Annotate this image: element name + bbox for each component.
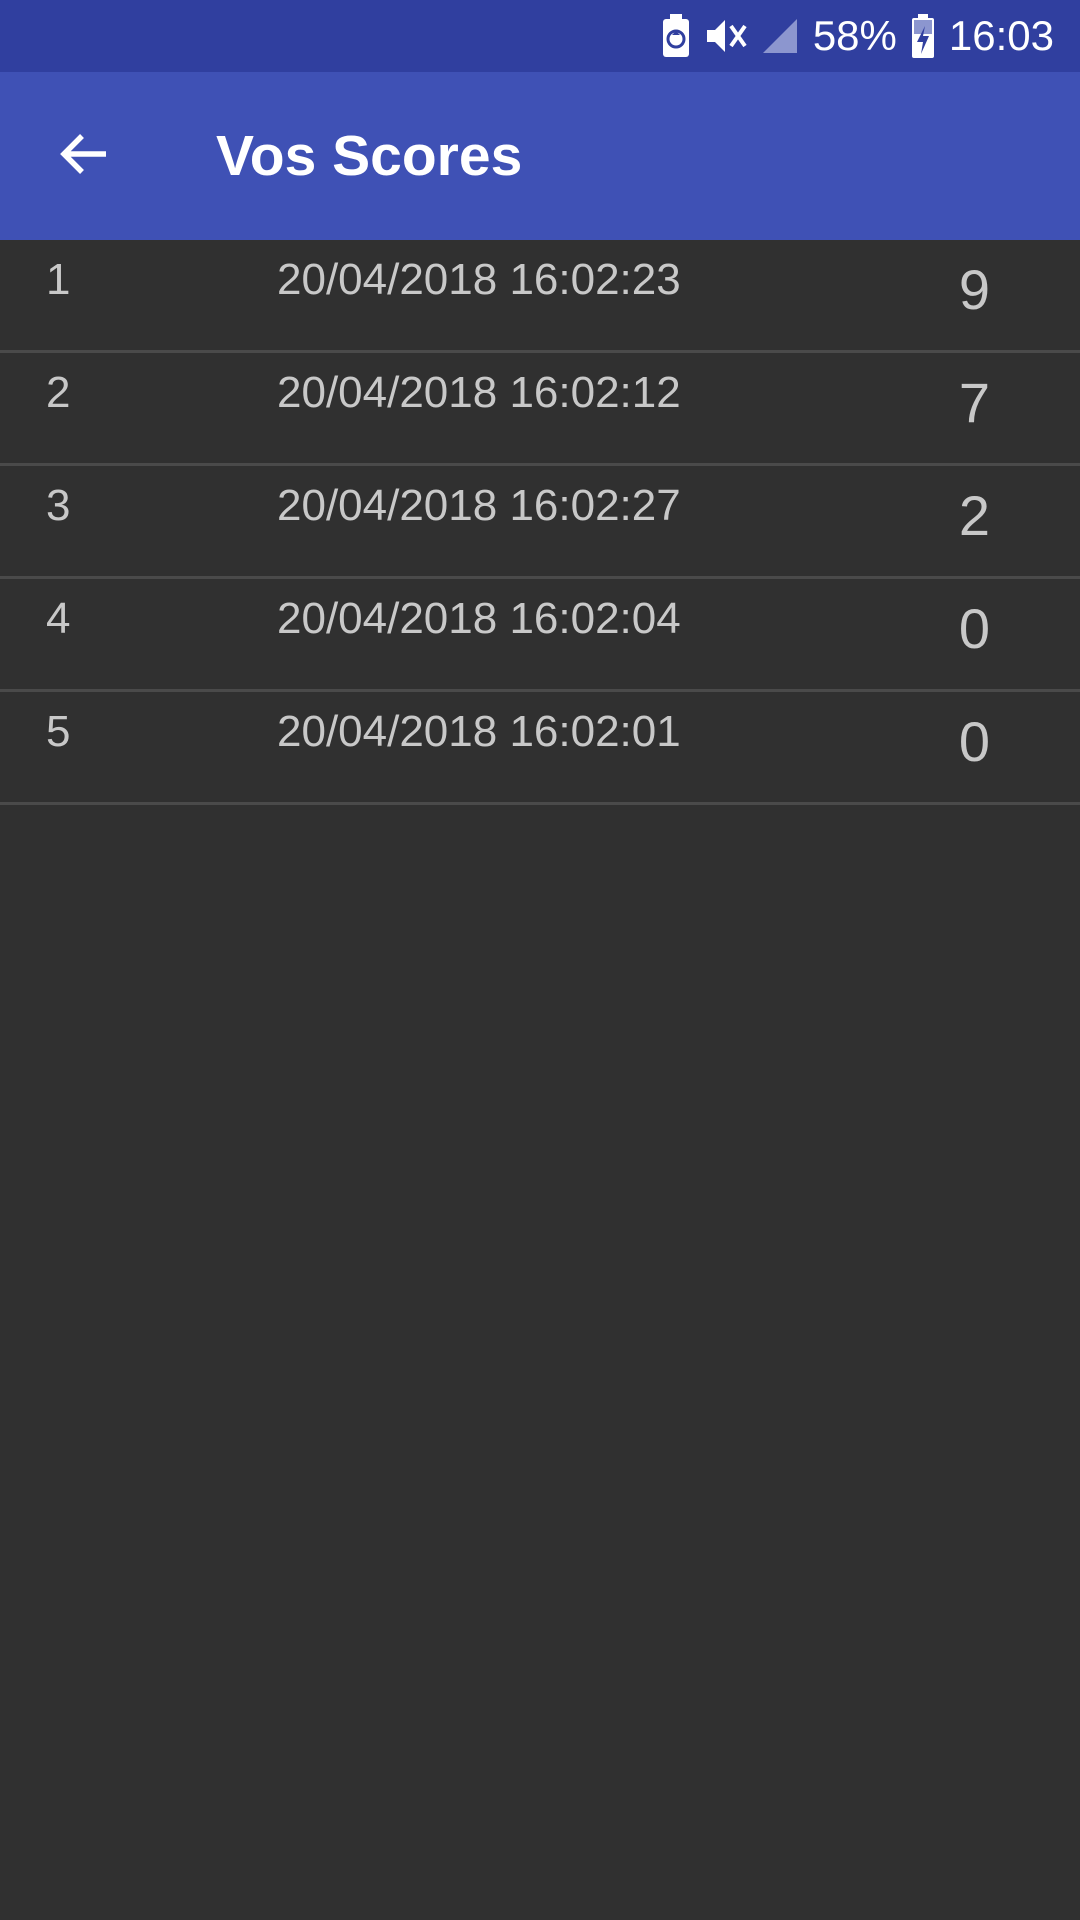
vibrate-mute-icon [705, 16, 747, 56]
list-item[interactable]: 5 20/04/2018 16:02:01 0 [0, 692, 1080, 805]
score-date: 20/04/2018 16:02:23 [277, 255, 681, 304]
score-date: 20/04/2018 16:02:27 [277, 481, 681, 530]
list-item[interactable]: 3 20/04/2018 16:02:27 2 [0, 466, 1080, 579]
score-rank: 4 [46, 594, 71, 643]
score-rank: 1 [46, 255, 71, 304]
cell-signal-icon [761, 17, 799, 55]
score-rank: 5 [46, 707, 71, 756]
status-icons: 58% 16:03 [661, 0, 1054, 72]
battery-percent: 58% [812, 12, 897, 59]
status-time: 16:03 [948, 12, 1054, 59]
score-value: 2 [958, 484, 990, 547]
back-button[interactable] [36, 108, 132, 204]
score-date: 20/04/2018 16:02:12 [277, 368, 681, 417]
page-title: Vos Scores [216, 124, 523, 188]
battery-saver-icon [661, 14, 691, 58]
status-bar: 58% 16:03 [0, 0, 1080, 72]
score-date: 20/04/2018 16:02:01 [277, 707, 681, 756]
battery-charging-icon [911, 14, 935, 58]
score-rank: 2 [46, 368, 71, 417]
score-value: 0 [958, 597, 990, 660]
score-value: 0 [958, 710, 990, 773]
arrow-back-icon [58, 128, 110, 185]
list-item[interactable]: 4 20/04/2018 16:02:04 0 [0, 579, 1080, 692]
app-bar: Vos Scores [0, 72, 1080, 240]
list-item[interactable]: 2 20/04/2018 16:02:12 7 [0, 353, 1080, 466]
score-value: 9 [958, 258, 990, 321]
score-rank: 3 [46, 481, 71, 530]
list-item[interactable]: 1 20/04/2018 16:02:23 9 [0, 240, 1080, 353]
score-date: 20/04/2018 16:02:04 [277, 594, 681, 643]
score-list: 1 20/04/2018 16:02:23 9 2 20/04/2018 16:… [0, 240, 1080, 805]
score-value: 7 [958, 371, 990, 434]
